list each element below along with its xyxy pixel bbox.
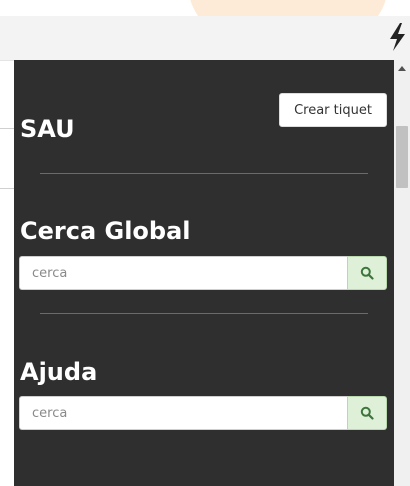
divider: [40, 313, 368, 314]
side-panel: Crear tiquet SAU Cerca Global Ajuda: [14, 60, 394, 486]
search-icon: [360, 406, 374, 420]
help-search-button[interactable]: [347, 396, 387, 430]
sau-title: SAU: [20, 115, 75, 143]
create-ticket-button[interactable]: Crear tiquet: [279, 93, 387, 127]
help-search-input[interactable]: [19, 396, 347, 430]
help-search-group: [19, 396, 387, 430]
scroll-up-arrow-icon[interactable]: [398, 66, 406, 71]
top-bar: [0, 16, 410, 61]
help-title: Ajuda: [20, 358, 98, 386]
lightning-bolt-icon[interactable]: [387, 22, 407, 52]
global-search-button[interactable]: [347, 256, 387, 290]
scrollbar-thumb[interactable]: [396, 126, 408, 188]
scrollbar[interactable]: [394, 60, 410, 486]
global-search-title: Cerca Global: [20, 217, 191, 245]
global-search-input[interactable]: [19, 256, 347, 290]
divider: [40, 173, 368, 174]
search-icon: [360, 266, 374, 280]
global-search-group: [19, 256, 387, 290]
